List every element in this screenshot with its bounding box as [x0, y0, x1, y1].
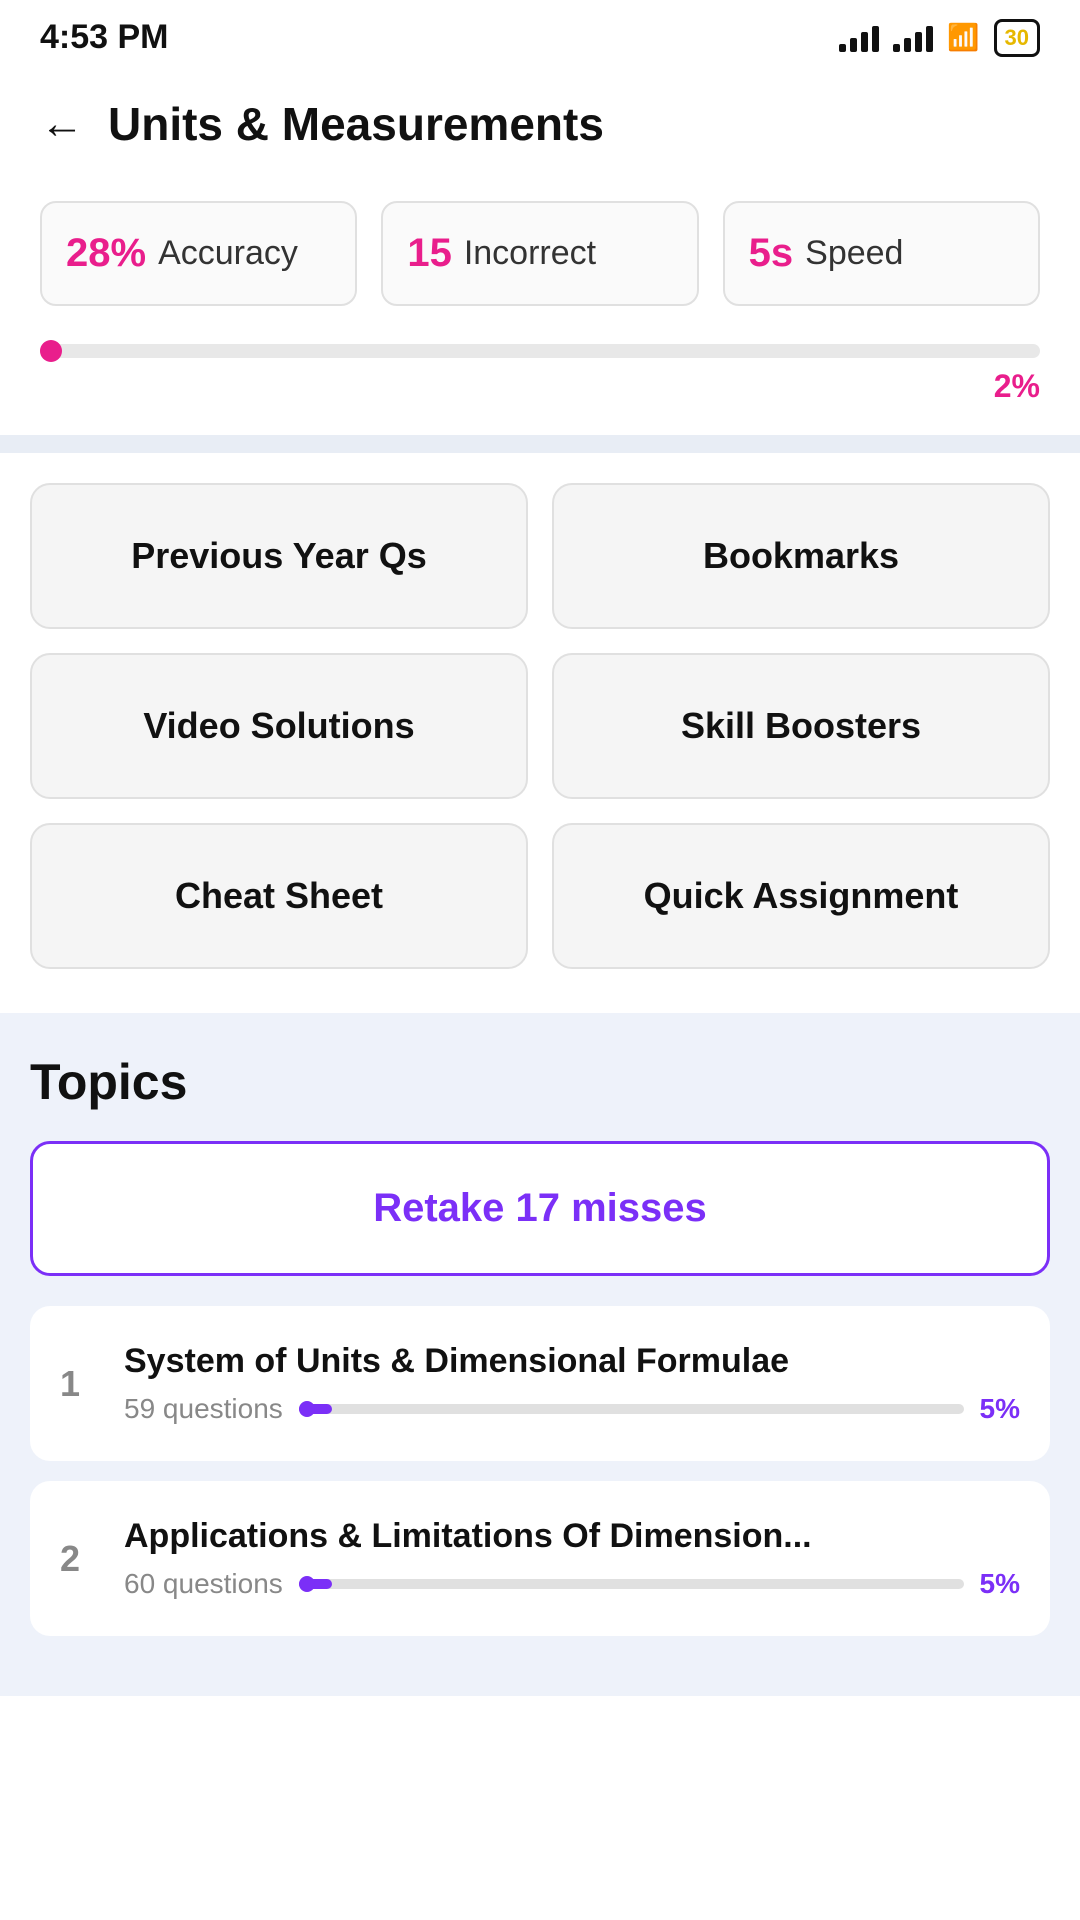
back-button[interactable]: ← — [40, 102, 84, 146]
topics-section: Topics Retake 17 misses 1 System of Unit… — [0, 1013, 1080, 1696]
progress-label: 2% — [40, 368, 1040, 405]
grid-row-2: Video Solutions Skill Boosters — [30, 653, 1050, 799]
quick-assignment-button[interactable]: Quick Assignment — [552, 823, 1050, 969]
status-icons: 📶 30 — [839, 19, 1040, 57]
signal-icon-2 — [893, 24, 933, 52]
topic-card-2[interactable]: 2 Applications & Limitations Of Dimensio… — [30, 1481, 1050, 1636]
accuracy-value: 28% — [66, 231, 146, 276]
speed-value: 5s — [749, 231, 794, 276]
topic-content-2: Applications & Limitations Of Dimension.… — [124, 1517, 1020, 1600]
accuracy-label: Accuracy — [158, 234, 298, 273]
topic-progress-track-2 — [299, 1579, 964, 1589]
video-solutions-button[interactable]: Video Solutions — [30, 653, 528, 799]
topic-card-1[interactable]: 1 System of Units & Dimensional Formulae… — [30, 1306, 1050, 1461]
signal-icon-1 — [839, 24, 879, 52]
topic-num-1: 1 — [60, 1363, 104, 1405]
topic-name-1: System of Units & Dimensional Formulae — [124, 1342, 1020, 1381]
topic-questions-2: 60 questions — [124, 1568, 283, 1600]
previous-year-qs-button[interactable]: Previous Year Qs — [30, 483, 528, 629]
skill-boosters-button[interactable]: Skill Boosters — [552, 653, 1050, 799]
status-bar: 4:53 PM 📶 30 — [0, 0, 1080, 67]
topic-percent-2: 5% — [980, 1568, 1020, 1600]
bookmarks-button[interactable]: Bookmarks — [552, 483, 1050, 629]
topic-progress-track-1 — [299, 1404, 964, 1414]
stats-section: 28% Accuracy 15 Incorrect 5s Speed — [0, 171, 1080, 344]
page-header: ← Units & Measurements — [0, 67, 1080, 171]
incorrect-value: 15 — [407, 231, 452, 276]
topic-progress-dot-1 — [299, 1401, 315, 1417]
progress-section: 2% — [0, 344, 1080, 435]
page-title: Units & Measurements — [108, 97, 604, 151]
incorrect-card: 15 Incorrect — [381, 201, 698, 306]
stats-row: 28% Accuracy 15 Incorrect 5s Speed — [40, 201, 1040, 306]
progress-track — [40, 344, 1040, 358]
section-divider — [0, 435, 1080, 453]
retake-button[interactable]: Retake 17 misses — [30, 1141, 1050, 1276]
grid-row-1: Previous Year Qs Bookmarks — [30, 483, 1050, 629]
topic-num-2: 2 — [60, 1538, 104, 1580]
incorrect-label: Incorrect — [464, 234, 596, 273]
topic-meta-1: 59 questions 5% — [124, 1393, 1020, 1425]
topics-title: Topics — [30, 1053, 1050, 1111]
speed-card: 5s Speed — [723, 201, 1040, 306]
progress-dot — [40, 340, 62, 362]
speed-label: Speed — [805, 234, 903, 273]
grid-row-3: Cheat Sheet Quick Assignment — [30, 823, 1050, 969]
grid-section: Previous Year Qs Bookmarks Video Solutio… — [0, 453, 1080, 1013]
cheat-sheet-button[interactable]: Cheat Sheet — [30, 823, 528, 969]
topic-meta-2: 60 questions 5% — [124, 1568, 1020, 1600]
topic-content-1: System of Units & Dimensional Formulae 5… — [124, 1342, 1020, 1425]
status-time: 4:53 PM — [40, 18, 169, 57]
wifi-icon: 📶 — [947, 22, 979, 53]
topic-name-2: Applications & Limitations Of Dimension.… — [124, 1517, 1020, 1556]
topic-progress-dot-2 — [299, 1576, 315, 1592]
accuracy-card: 28% Accuracy — [40, 201, 357, 306]
battery-icon: 30 — [994, 19, 1040, 57]
topic-percent-1: 5% — [980, 1393, 1020, 1425]
topic-questions-1: 59 questions — [124, 1393, 283, 1425]
